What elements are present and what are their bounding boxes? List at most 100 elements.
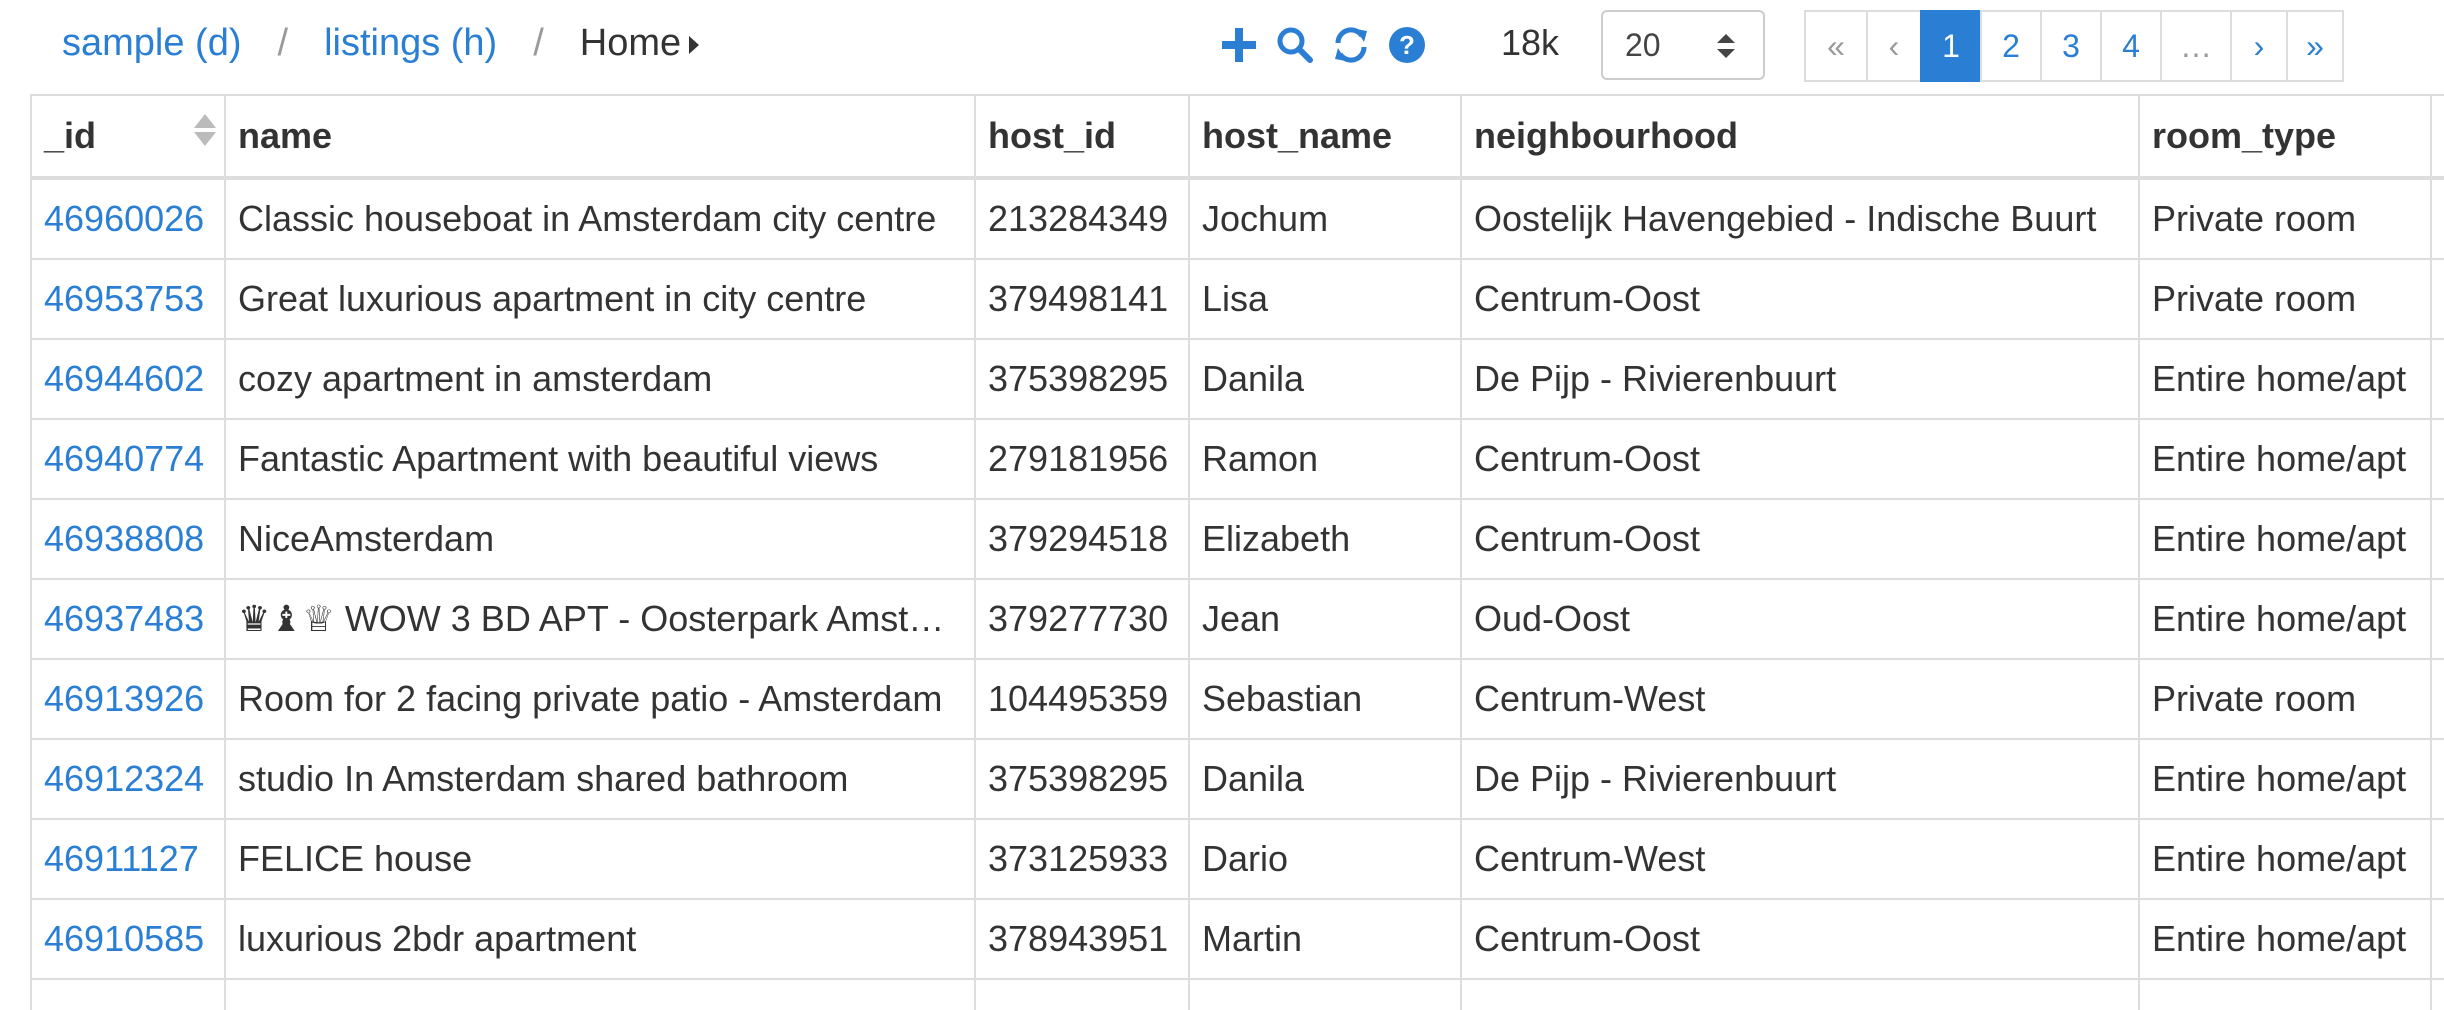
page-next-button[interactable]: › — [2230, 10, 2288, 82]
name-cell: Room for 2 facing private patio - Amster… — [224, 658, 976, 740]
name-cell: ♛♝♕ WOW 3 BD APT - Oosterpark Amsterdam — [224, 578, 976, 660]
host-id-cell — [974, 978, 1190, 1010]
overflow-cell — [2430, 658, 2444, 740]
table-row[interactable]: 46910585 luxurious 2bdr apartment 37894395… — [30, 898, 2444, 980]
host-name-cell: Martin — [1188, 898, 1462, 980]
table-row[interactable] — [30, 978, 2444, 1010]
neighbourhood-cell — [1460, 978, 2140, 1010]
toolbar: ? — [1216, 20, 1430, 70]
table-row[interactable]: 46911127 FELICE house 373125933 Dario Centru… — [30, 818, 2444, 900]
page-prev-button[interactable]: ‹ — [1866, 10, 1922, 82]
document-id-link[interactable]: 46912324 — [44, 758, 204, 799]
document-id-link[interactable]: 46911127 — [44, 838, 199, 879]
page-button-2[interactable]: 2 — [1980, 10, 2042, 82]
column-header-id[interactable]: _id — [30, 94, 226, 180]
id-cell — [30, 978, 226, 1010]
breadcrumb-home-dropdown[interactable]: Home — [579, 22, 700, 65]
host-name-cell — [1188, 978, 1462, 1010]
name-cell: cozy apartment in amsterdam — [224, 338, 976, 420]
table-row[interactable]: 46913926 Room for 2 facing private patio … — [30, 658, 2444, 740]
sort-icon[interactable] — [194, 114, 216, 146]
results-table-container[interactable]: _id name host_id host_name neighbourhood… — [30, 94, 2444, 1010]
column-header-host-name[interactable]: host_name — [1188, 94, 1462, 180]
name-cell: Fantastic Apartment with beautiful views — [224, 418, 976, 500]
overflow-cell — [2430, 498, 2444, 580]
breadcrumb-database-link[interactable]: sample (d) — [62, 22, 242, 65]
table-row[interactable]: 46960026 Classic houseboat in Amsterdam c… — [30, 177, 2444, 260]
search-icon[interactable] — [1272, 20, 1318, 70]
column-header-overflow — [2430, 94, 2444, 180]
host-id-cell: 279181956 — [974, 418, 1190, 500]
document-id-link[interactable]: 46953753 — [44, 278, 204, 319]
neighbourhood-cell: De Pijp - Rivierenbuurt — [1460, 338, 2140, 420]
page-last-button[interactable]: » — [2286, 10, 2344, 82]
page-size-select[interactable]: 20 — [1601, 10, 1765, 80]
document-count: 18k — [1501, 22, 1560, 63]
id-cell: 46911127 — [30, 818, 226, 900]
column-header-name[interactable]: name — [224, 94, 976, 180]
breadcrumb-collection-link[interactable]: listings (h) — [324, 22, 497, 65]
document-id-link[interactable]: 46940774 — [44, 438, 204, 479]
document-id-link[interactable]: 46910585 — [44, 918, 204, 959]
room-type-cell: Entire home/apt — [2138, 818, 2432, 900]
overflow-cell — [2430, 818, 2444, 900]
results-table: _id name host_id host_name neighbourhood… — [30, 94, 2444, 1010]
table-row[interactable]: 46937483 ♛♝♕ WOW 3 BD APT - Oosterpark Am… — [30, 578, 2444, 660]
breadcrumb: sample (d) / listings (h) / Home — [62, 22, 700, 65]
room-type-cell: Entire home/apt — [2138, 498, 2432, 580]
document-id-link[interactable]: 46937483 — [44, 598, 204, 639]
table-row[interactable]: 46912324 studio In Amsterdam shared bathr… — [30, 738, 2444, 820]
room-type-cell — [2138, 978, 2432, 1010]
refresh-icon[interactable] — [1328, 20, 1374, 70]
room-type-cell: Entire home/apt — [2138, 738, 2432, 820]
table-row[interactable]: 46953753 Great luxurious apartment in cit… — [30, 258, 2444, 340]
document-id-link[interactable]: 46960026 — [44, 198, 204, 239]
name-cell: FELICE house — [224, 818, 976, 900]
neighbourhood-cell: Centrum-Oost — [1460, 418, 2140, 500]
document-id-link[interactable]: 46913926 — [44, 678, 204, 719]
neighbourhood-cell: Centrum-West — [1460, 818, 2140, 900]
table-row[interactable]: 46940774 Fantastic Apartment with beautif… — [30, 418, 2444, 500]
name-cell: luxurious 2bdr apartment — [224, 898, 976, 980]
room-type-cell: Entire home/apt — [2138, 578, 2432, 660]
overflow-cell — [2430, 578, 2444, 660]
name-cell — [224, 978, 976, 1010]
page-first-button[interactable]: « — [1804, 10, 1868, 82]
document-id-link[interactable]: 46938808 — [44, 518, 204, 559]
overflow-cell — [2430, 978, 2444, 1010]
column-header-room-type[interactable]: room_type — [2138, 94, 2432, 180]
top-bar: sample (d) / listings (h) / Home ? 18k 2… — [0, 0, 2444, 92]
column-header-neighbourhood[interactable]: neighbourhood — [1460, 94, 2140, 180]
neighbourhood-cell: Centrum-Oost — [1460, 498, 2140, 580]
host-id-cell: 375398295 — [974, 338, 1190, 420]
room-type-cell: Entire home/apt — [2138, 338, 2432, 420]
neighbourhood-cell: Centrum-Oost — [1460, 898, 2140, 980]
overflow-cell — [2430, 738, 2444, 820]
breadcrumb-separator: / — [277, 22, 289, 64]
neighbourhood-cell: Oostelijk Havengebied - Indische Buurt — [1460, 177, 2140, 260]
plus-icon[interactable] — [1216, 20, 1262, 70]
overflow-cell — [2430, 338, 2444, 420]
page-button-3[interactable]: 3 — [2040, 10, 2102, 82]
neighbourhood-cell: Oud-Oost — [1460, 578, 2140, 660]
host-name-cell: Dario — [1188, 818, 1462, 900]
id-cell: 46910585 — [30, 898, 226, 980]
host-name-cell: Sebastian — [1188, 658, 1462, 740]
caret-right-icon — [689, 35, 700, 54]
host-name-cell: Ramon — [1188, 418, 1462, 500]
overflow-cell — [2430, 898, 2444, 980]
page-button-1[interactable]: 1 — [1920, 10, 1982, 82]
table-row[interactable]: 46938808 NiceAmsterdam 379294518 Elizabeth C… — [30, 498, 2444, 580]
host-name-cell: Jean — [1188, 578, 1462, 660]
table-body: 46960026 Classic houseboat in Amsterdam c… — [30, 177, 2444, 1010]
help-icon[interactable]: ? — [1384, 20, 1430, 70]
neighbourhood-cell: De Pijp - Rivierenbuurt — [1460, 738, 2140, 820]
document-id-link[interactable]: 46944602 — [44, 358, 204, 399]
column-header-host-id[interactable]: host_id — [974, 94, 1190, 180]
page-button-4[interactable]: 4 — [2100, 10, 2162, 82]
table-row[interactable]: 46944602 cozy apartment in amsterdam 37539… — [30, 338, 2444, 420]
breadcrumb-home-label: Home — [579, 22, 682, 64]
name-cell: NiceAmsterdam — [224, 498, 976, 580]
id-cell: 46953753 — [30, 258, 226, 340]
host-name-cell: Lisa — [1188, 258, 1462, 340]
